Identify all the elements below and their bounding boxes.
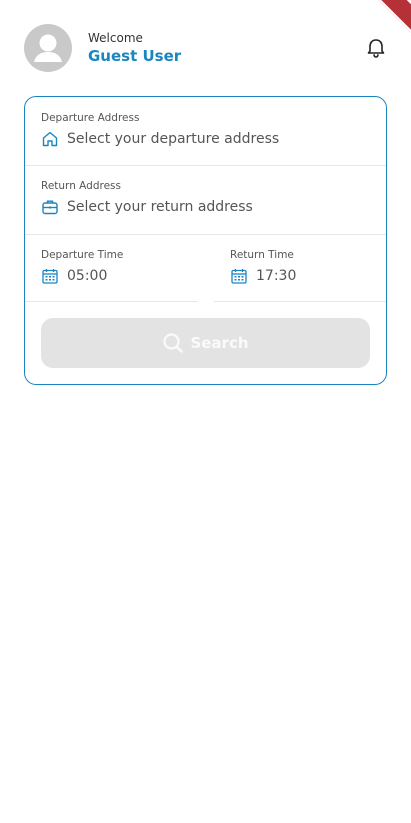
- departure-time-value: 05:00: [67, 268, 108, 284]
- header: Welcome Guest User: [24, 24, 387, 72]
- departure-address-placeholder: Select your departure address: [67, 131, 280, 147]
- divider: [25, 301, 198, 302]
- notifications-button[interactable]: [365, 37, 387, 59]
- return-time-value: 17:30: [256, 268, 297, 284]
- divider: [214, 301, 386, 302]
- bell-icon: [367, 39, 385, 58]
- calendar-icon: [231, 269, 247, 284]
- search-button[interactable]: Search: [41, 318, 370, 368]
- departure-time-label: Departure Time: [41, 249, 124, 261]
- username: Guest User: [88, 47, 182, 65]
- return-address-label: Return Address: [41, 180, 121, 192]
- avatar[interactable]: [24, 24, 72, 72]
- home-icon: [42, 131, 58, 147]
- calendar-icon: [42, 269, 58, 284]
- return-time-field[interactable]: Return Time 17:30: [230, 249, 370, 285]
- return-time-label: Return Time: [230, 249, 294, 261]
- departure-time-field[interactable]: Departure Time 05:00: [41, 249, 201, 285]
- departure-address-label: Departure Address: [41, 112, 140, 124]
- briefcase-icon: [42, 200, 58, 215]
- search-button-label: Search: [190, 334, 249, 352]
- return-address-placeholder: Select your return address: [67, 199, 253, 215]
- welcome-text: Welcome: [88, 31, 143, 45]
- divider: [25, 234, 386, 235]
- divider: [25, 165, 386, 166]
- return-address-field[interactable]: Return Address Select your return addres…: [41, 180, 370, 216]
- trip-search-card: Departure Address Select your departure …: [24, 96, 387, 385]
- departure-address-field[interactable]: Departure Address Select your departure …: [41, 112, 370, 148]
- person-icon: [34, 34, 62, 62]
- search-icon: [163, 333, 184, 353]
